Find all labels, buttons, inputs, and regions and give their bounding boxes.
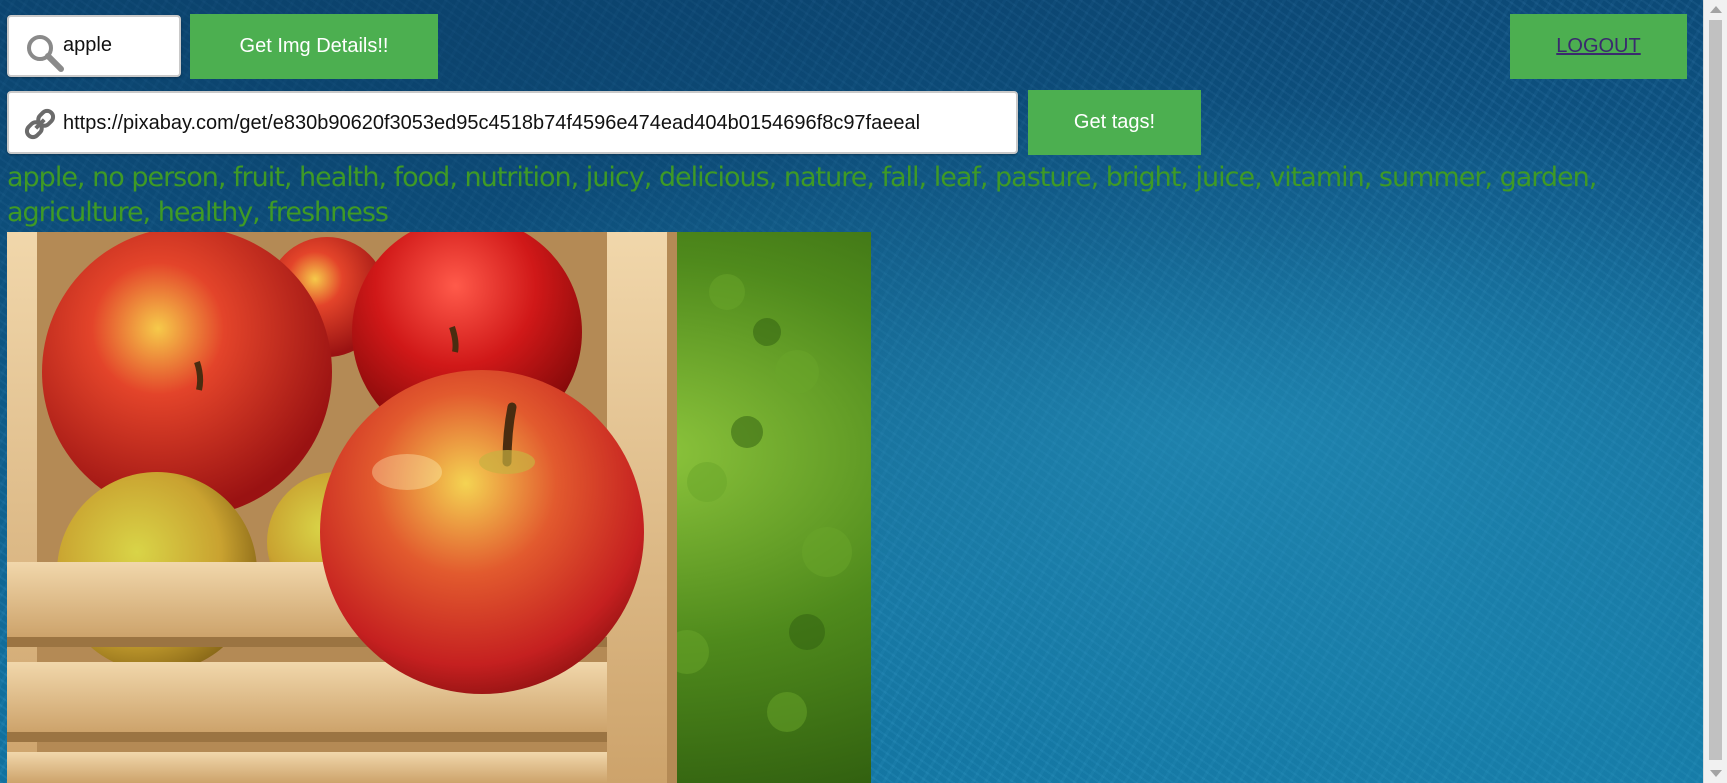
tags-result-text: apple, no person, fruit, health, food, n…: [7, 162, 1597, 228]
scrollbar-thumb[interactable]: [1709, 20, 1722, 760]
apple-photo: [7, 232, 871, 783]
get-img-details-button[interactable]: Get Img Details!!: [190, 14, 438, 79]
get-tags-button[interactable]: Get tags!: [1028, 90, 1201, 155]
scroll-up-icon[interactable]: [1710, 6, 1722, 13]
url-input[interactable]: [63, 109, 998, 137]
search-field[interactable]: [7, 15, 181, 77]
logout-button[interactable]: LOGOUT: [1510, 14, 1687, 79]
scroll-down-icon[interactable]: [1710, 770, 1722, 777]
link-icon: [24, 108, 56, 140]
vertical-scrollbar[interactable]: [1703, 0, 1727, 783]
url-field[interactable]: [7, 91, 1018, 154]
search-icon: [27, 35, 64, 72]
search-input[interactable]: [63, 31, 173, 59]
